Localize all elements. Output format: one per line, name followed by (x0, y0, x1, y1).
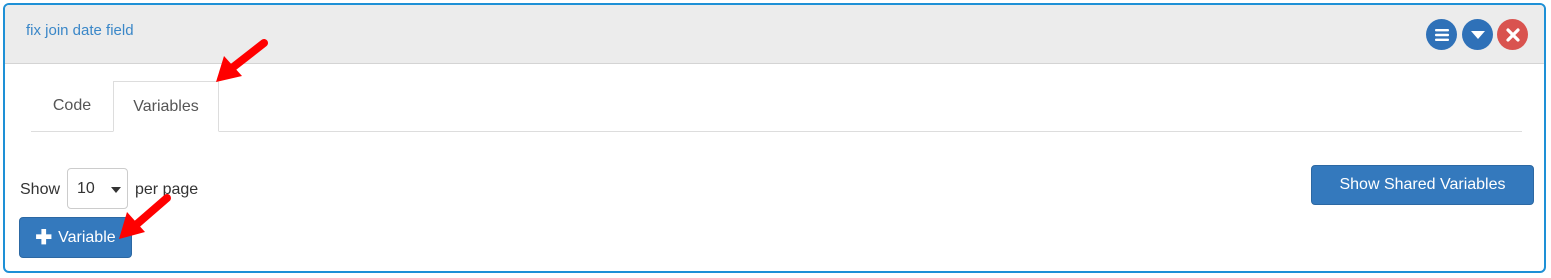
show-shared-variables-button[interactable]: Show Shared Variables (1311, 165, 1534, 205)
close-icon (1505, 27, 1520, 42)
add-variable-button[interactable]: ✚ Variable (19, 217, 132, 258)
menu-button[interactable] (1426, 19, 1457, 50)
chevron-down-icon (1470, 30, 1485, 39)
close-button[interactable] (1497, 19, 1528, 50)
per-page-label: per page (135, 181, 199, 198)
add-variable-label: Variable (58, 228, 116, 246)
plus-icon: ✚ (35, 226, 53, 249)
show-label: Show (20, 181, 61, 198)
panel-header: fix join date field (5, 5, 1544, 64)
page-size-select[interactable]: 10 (67, 168, 128, 209)
page-size-value: 10 (77, 180, 95, 197)
tab-code[interactable]: Code (31, 81, 113, 131)
caret-down-icon (111, 187, 121, 193)
tab-variables[interactable]: Variables (113, 81, 219, 132)
tab-bar: Code Variables (31, 81, 1522, 132)
menu-icon (1434, 28, 1449, 41)
variables-panel: fix join date field Code Variables Show … (3, 3, 1546, 273)
panel-title: fix join date field (26, 22, 134, 39)
collapse-button[interactable] (1462, 19, 1493, 50)
